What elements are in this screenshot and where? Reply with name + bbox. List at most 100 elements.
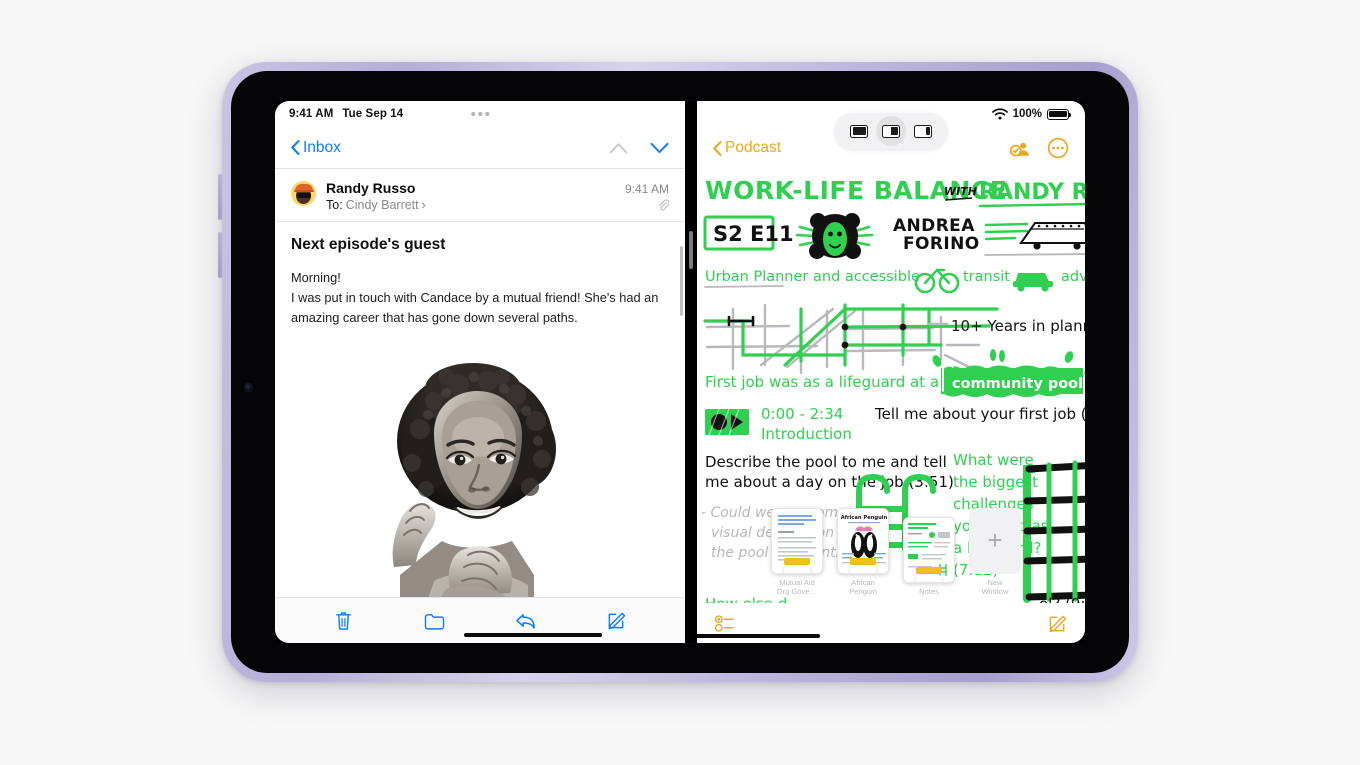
mail-message-body[interactable]: Next episode's guest Morning! I was put … (275, 222, 685, 597)
wifi-icon (991, 108, 1008, 120)
chevron-down-icon[interactable] (650, 142, 669, 154)
ipad-screen: 9:41 AM Tue Sep 14 Inbox Randy Russo 9:4… (275, 101, 1085, 643)
shelf-item-african-penguin[interactable]: African Penguin African Penguin (837, 507, 889, 597)
back-to-inbox-button[interactable]: Inbox (291, 139, 341, 157)
plus-icon: + (969, 507, 1021, 574)
back-label: Podcast (725, 139, 782, 156)
avatar (291, 181, 316, 206)
guest-name-line1: ANDREA (893, 216, 975, 236)
notes-navigation-bar: Podcast (697, 113, 1085, 169)
volume-down-button[interactable] (218, 232, 222, 278)
volume-up-button[interactable] (218, 174, 222, 220)
chevron-up-icon[interactable] (609, 142, 628, 154)
sender-name: Randy Russo (326, 180, 416, 196)
mail-message-header: Randy Russo 9:41 AM To: Cindy Barrett › (275, 169, 685, 222)
shelf-thumbnail (771, 507, 823, 574)
splitview-button[interactable] (876, 116, 906, 146)
notes-action-icons (1009, 137, 1069, 159)
battery-percent-label: 100% (1012, 108, 1042, 120)
note-firstjob-highlight: community pool (952, 376, 1083, 392)
split-view-divider[interactable] (685, 101, 697, 643)
shelf-thumbnail (903, 517, 955, 584)
compose-icon[interactable] (1048, 614, 1067, 633)
mail-status-bar: 9:41 AM Tue Sep 14 (275, 101, 685, 127)
multitasking-controls (835, 113, 947, 149)
note-title-guest: RANDY RUSSO (979, 180, 1085, 205)
bicycle-doodle-icon (914, 268, 960, 294)
bus-doodle-icon (984, 222, 1085, 256)
folder-icon[interactable] (424, 612, 445, 630)
battery-full-icon (1047, 108, 1072, 120)
shelf-item-mutual-aid[interactable]: Mutual Aid Org Gove… (771, 507, 823, 597)
shelf-label: New Window (981, 577, 1009, 597)
back-to-podcast-button[interactable]: Podcast (713, 139, 781, 157)
timestamp-range: 0:00 - 2:34 (761, 405, 843, 423)
mail-app-pane: 9:41 AM Tue Sep 14 Inbox Randy Russo 9:4… (275, 101, 685, 643)
recipient-line[interactable]: To: Cindy Barrett › (326, 198, 426, 212)
to-label: To: (326, 198, 343, 212)
status-time: 9:41 AM (289, 108, 334, 120)
note-title-with: WITH (944, 185, 977, 198)
shelf-label: African Penguin (849, 577, 877, 597)
screenshot-canvas: 9:41 AM Tue Sep 14 Inbox Randy Russo 9:4… (0, 0, 1360, 765)
shelf-label: Mutual Aid Org Gove… (776, 577, 818, 597)
car-doodle-icon (1013, 273, 1053, 292)
svg-text:African Penguin: African Penguin (841, 515, 888, 521)
note-subtitle-part1: Urban Planner and accessible (705, 269, 920, 285)
home-indicator[interactable] (697, 633, 821, 638)
shelf-thumbnail: African Penguin (837, 507, 889, 574)
fullscreen-icon (850, 124, 868, 138)
community-pool-highlight: community pool (932, 349, 1085, 398)
sidenote-line-1: What were (953, 451, 1034, 469)
body-line-2: I was put in touch with Candace by a mut… (291, 289, 659, 305)
notes-handwriting-canvas[interactable]: .hw { font-family: "DejaVu Sans", sans-s… (697, 169, 1085, 603)
fullscreen-button[interactable] (844, 116, 874, 146)
checklist-icon[interactable] (715, 614, 734, 632)
question-1: Tell me about your first job (2:34) (874, 405, 1085, 423)
message-nav-arrows (609, 142, 669, 154)
scrollbar[interactable] (680, 246, 683, 316)
trash-icon[interactable] (334, 610, 353, 631)
mail-sender-block: Randy Russo 9:41 AM To: Cindy Barrett › (326, 180, 669, 212)
mail-bottom-toolbar (275, 597, 685, 643)
recipient-chevron-icon: › (421, 198, 426, 212)
chevron-left-icon (291, 140, 300, 155)
home-indicator[interactable] (464, 632, 603, 637)
street-map-doodle (703, 303, 999, 375)
episode-badge: S2 E11 (713, 222, 794, 246)
slideover-icon (914, 124, 932, 138)
notes-bottom-toolbar (697, 603, 1085, 643)
front-camera-icon (245, 384, 252, 391)
paperclip-icon (659, 199, 669, 211)
splitview-icon (882, 124, 900, 138)
back-label: Inbox (303, 138, 341, 156)
guest-doodle-icon (795, 213, 874, 259)
question-3-suffix: ol? (9:33) (1039, 595, 1085, 603)
attachment-photo-container (291, 341, 669, 597)
message-subject: Next episode's guest (291, 236, 446, 253)
ipad-bezel: 9:41 AM Tue Sep 14 Inbox Randy Russo 9:4… (231, 71, 1129, 673)
timestamp-label: Introduction (761, 425, 852, 443)
play-marker-icon (705, 408, 749, 436)
mail-navigation-bar: Inbox (275, 127, 685, 169)
slideover-button[interactable] (908, 116, 938, 146)
share-collaborate-icon[interactable] (1009, 137, 1031, 159)
note-subtitle-part2: transit (963, 269, 1010, 285)
reply-icon[interactable] (515, 612, 536, 630)
compose-icon[interactable] (607, 611, 626, 630)
note-firstjob: First job was as a lifeguard at a (705, 373, 939, 391)
question-2-line1: Describe the pool to me and tell (705, 453, 947, 471)
more-circle-icon[interactable] (1047, 137, 1069, 159)
ipad-device-frame: 9:41 AM Tue Sep 14 Inbox Randy Russo 9:4… (218, 62, 1138, 682)
shelf-item-new-window[interactable]: + New Window (969, 507, 1021, 597)
shelf-item-notes[interactable]: Notes (903, 517, 955, 597)
note-years: 10+ Years in planning (951, 317, 1085, 335)
shelf-items-list: Mutual Aid Org Gove… African Penguin Afr… (771, 507, 1021, 597)
attachment-portrait-image (342, 341, 618, 597)
chevron-left-icon (713, 140, 722, 156)
status-date: Tue Sep 14 (342, 108, 404, 120)
multitask-grabber-icon[interactable] (471, 112, 489, 116)
shelf-label: Notes (919, 587, 939, 597)
divider-drag-handle[interactable] (689, 231, 693, 270)
note-subtitle-part3: advocate (1061, 269, 1085, 285)
